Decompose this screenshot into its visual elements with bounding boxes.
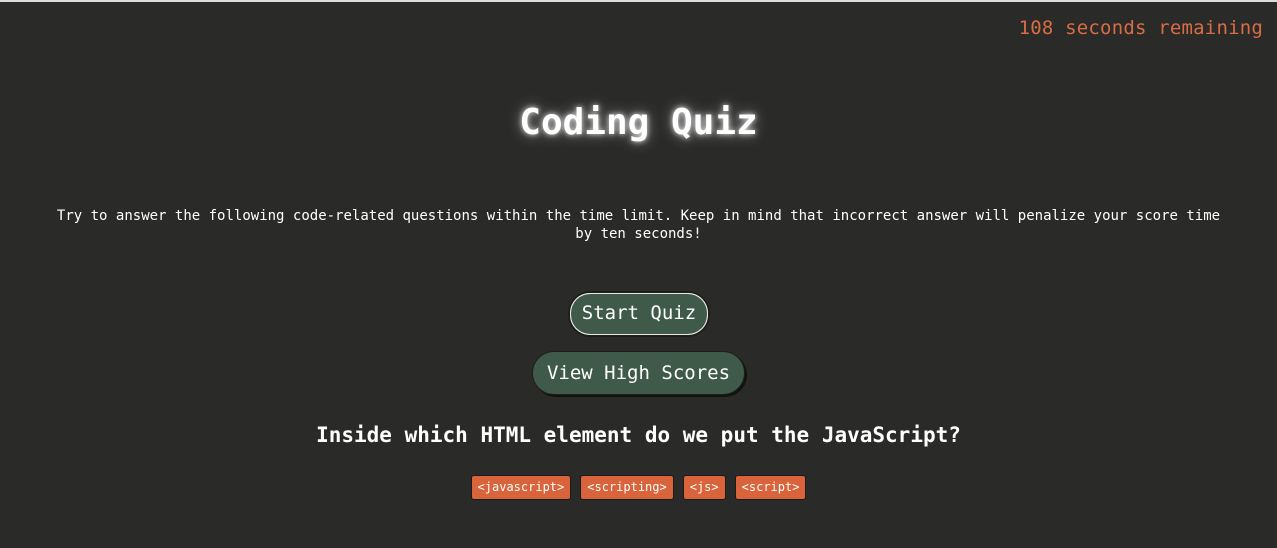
answer-button-script[interactable]: <script>	[734, 475, 807, 500]
quiz-page: 108 seconds remaining Coding Quiz Try to…	[0, 0, 1277, 548]
view-high-scores-button[interactable]: View High Scores	[532, 351, 745, 395]
start-quiz-button[interactable]: Start Quiz	[568, 291, 710, 337]
page-title: Coding Quiz	[519, 102, 758, 143]
answer-list: <javascript> <scripting> <js> <script>	[0, 475, 1277, 500]
answer-button-javascript[interactable]: <javascript>	[470, 475, 572, 500]
answer-button-scripting[interactable]: <scripting>	[580, 475, 674, 500]
answer-button-js[interactable]: <js>	[682, 475, 726, 500]
question-text: Inside which HTML element do we put the …	[316, 423, 961, 447]
intro-text: Try to answer the following code-related…	[56, 208, 1221, 242]
timer-readout: 108 seconds remaining	[1018, 17, 1263, 39]
